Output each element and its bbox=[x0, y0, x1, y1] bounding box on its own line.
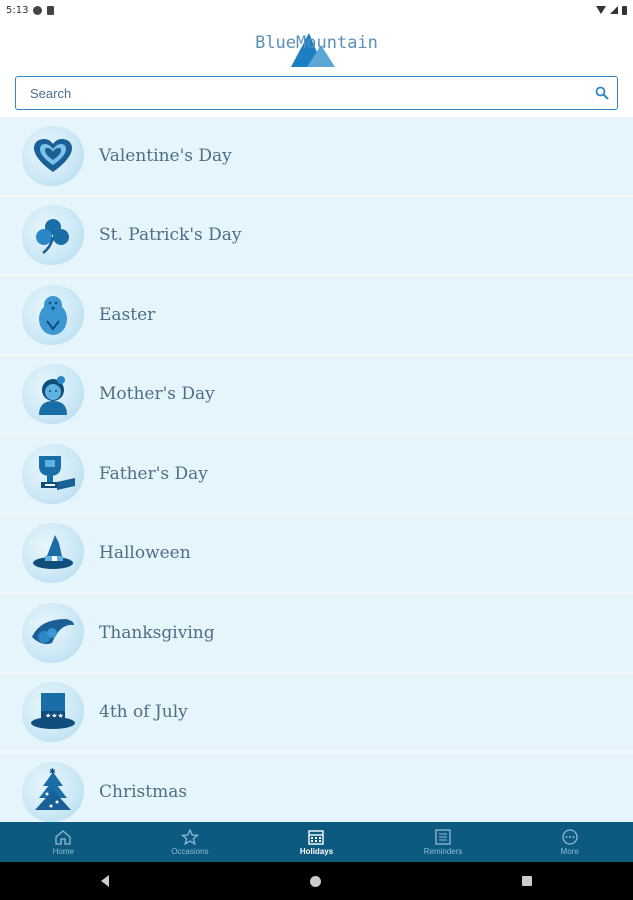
list-item-label: St. Patrick's Day bbox=[99, 225, 242, 246]
sync-icon bbox=[33, 5, 43, 15]
list-item-4th-of-july[interactable]: ★★★ 4th of July bbox=[0, 673, 633, 751]
list-icon bbox=[435, 828, 451, 845]
list-item-fathers-day[interactable]: Father's Day bbox=[0, 435, 633, 513]
mother-icon bbox=[22, 364, 84, 425]
search-bar[interactable] bbox=[15, 76, 618, 110]
list-item-valentines-day[interactable]: Valentine's Day bbox=[0, 117, 633, 195]
bottom-tab-bar: Home Occasions Holidays Reminders More bbox=[0, 822, 633, 862]
sim-icon bbox=[47, 5, 55, 15]
list-item-thanksgiving[interactable]: Thanksgiving bbox=[0, 594, 633, 672]
more-icon bbox=[562, 828, 578, 845]
list-item-mothers-day[interactable]: Mother's Day bbox=[0, 355, 633, 433]
battery-icon bbox=[622, 5, 627, 15]
home-button-icon[interactable] bbox=[309, 875, 321, 887]
list-item-label: Halloween bbox=[99, 543, 191, 564]
list-item-christmas[interactable]: ✱ Christmas bbox=[0, 753, 633, 822]
shamrock-icon bbox=[22, 205, 84, 266]
tab-label: More bbox=[560, 846, 579, 856]
tab-label: Occasions bbox=[171, 846, 209, 856]
tab-occasions[interactable]: Occasions bbox=[127, 822, 254, 862]
list-item-label: Mother's Day bbox=[99, 384, 215, 405]
signal-icon bbox=[610, 6, 618, 14]
status-bar: 5:13 bbox=[0, 0, 633, 20]
cornucopia-icon bbox=[22, 602, 84, 663]
christmas-tree-icon: ✱ bbox=[22, 761, 84, 822]
trophy-icon bbox=[22, 443, 84, 504]
list-item-label: 4th of July bbox=[99, 702, 188, 723]
list-item-st-patricks-day[interactable]: St. Patrick's Day bbox=[0, 196, 633, 274]
calendar-icon bbox=[308, 829, 325, 845]
logo-text: BlueMountain bbox=[255, 33, 378, 53]
list-item-label: Father's Day bbox=[99, 463, 208, 484]
star-icon bbox=[180, 828, 199, 845]
list-item-label: Thanksgiving bbox=[99, 622, 215, 643]
list-item-halloween[interactable]: Halloween bbox=[0, 514, 633, 592]
uncle-sam-hat-icon: ★★★ bbox=[22, 682, 84, 743]
back-icon[interactable] bbox=[100, 875, 109, 887]
search-icon[interactable] bbox=[595, 86, 609, 100]
recents-icon[interactable] bbox=[522, 876, 533, 886]
system-nav-bar bbox=[0, 862, 633, 900]
holiday-list: Valentine's Day St. Patrick's Day Easter bbox=[0, 117, 633, 822]
tab-holidays[interactable]: Holidays bbox=[253, 822, 380, 862]
svg-text:✱: ✱ bbox=[49, 768, 56, 776]
wifi-icon bbox=[596, 6, 606, 14]
tab-label: Reminders bbox=[423, 846, 463, 856]
witch-hat-icon bbox=[22, 523, 84, 584]
list-item-label: Christmas bbox=[99, 781, 188, 802]
tab-label: Holidays bbox=[299, 846, 334, 856]
tab-more[interactable]: More bbox=[506, 822, 633, 862]
status-time: 5:13 bbox=[6, 4, 29, 16]
list-item-easter[interactable]: Easter bbox=[0, 276, 633, 354]
tab-home[interactable]: Home bbox=[0, 822, 127, 862]
app-logo: BlueMountain bbox=[0, 18, 633, 68]
search-input[interactable] bbox=[28, 84, 572, 102]
list-item-label: Easter bbox=[99, 304, 156, 325]
heart-icon bbox=[22, 125, 84, 186]
tab-reminders[interactable]: Reminders bbox=[380, 822, 507, 862]
home-icon bbox=[55, 829, 71, 845]
tab-label: Home bbox=[52, 846, 74, 856]
chick-icon bbox=[22, 284, 84, 345]
list-item-label: Valentine's Day bbox=[99, 145, 232, 166]
